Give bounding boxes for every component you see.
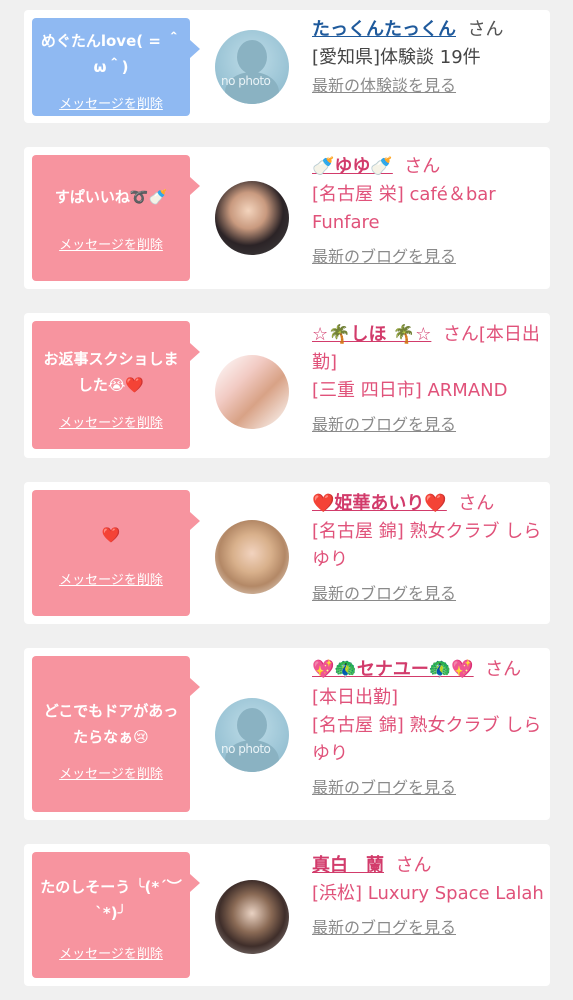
message-bubble: ❤️ メッセージを削除	[32, 490, 200, 616]
sender-detail: [浜松] Luxury Space Lalah	[312, 883, 544, 904]
sender-info: 真白 蘭 さん [浜松] Luxury Space Lalah 最新のブログを見…	[312, 852, 544, 942]
avatar-placeholder-label: no photo	[221, 742, 271, 756]
delete-message-link[interactable]: メッセージを削除	[32, 766, 190, 784]
sender-name-link[interactable]: 💖🦚セナユー🦚💖	[312, 659, 474, 680]
delete-message-link[interactable]: メッセージを削除	[32, 572, 190, 590]
delete-message-link[interactable]: メッセージを削除	[32, 96, 190, 114]
sender-detail: [名古屋 栄] café＆bar Funfare	[312, 184, 496, 233]
honorific: さん	[467, 19, 504, 40]
message-card: お返事スクショしました😭❤️ メッセージを削除 ☆🌴しほ 🌴☆ さん[本日出勤]…	[24, 313, 550, 458]
message-text: めぐたんlove( = ＾ω＾)	[40, 32, 182, 76]
latest-blog-link[interactable]: 最新のブログを見る	[312, 918, 456, 937]
message-card: すぱいいね➰🍼 メッセージを削除 🍼ゆゆ🍼 さん [名古屋 栄] café＆ba…	[24, 147, 550, 289]
sender-name-link[interactable]: 🍼ゆゆ🍼	[312, 156, 393, 177]
honorific: さん	[395, 855, 432, 876]
delete-message-link[interactable]: メッセージを削除	[32, 946, 190, 964]
message-card: ❤️ メッセージを削除 ❤️姫華あいり❤️ さん [名古屋 錦] 熟女クラブ し…	[24, 482, 550, 624]
sender-info: 🍼ゆゆ🍼 さん [名古屋 栄] café＆bar Funfare 最新のブログを…	[312, 153, 544, 271]
message-text: お返事スクショしました😭❤️	[43, 350, 179, 394]
message-text: たのしそーう ╰(*´︶`*)╯	[40, 878, 182, 922]
sender-info: ☆🌴しほ 🌴☆ さん[本日出勤] [三重 四日市] ARMAND 最新のブログを…	[312, 321, 544, 439]
message-text: ❤️	[101, 526, 121, 544]
message-card: たのしそーう ╰(*´︶`*)╯ メッセージを削除 真白 蘭 さん [浜松] L…	[24, 844, 550, 986]
delete-message-link[interactable]: メッセージを削除	[32, 237, 190, 255]
sender-name-link[interactable]: ☆🌴しほ 🌴☆	[312, 324, 431, 345]
avatar[interactable]: no photo	[215, 698, 289, 772]
latest-blog-link[interactable]: 最新のブログを見る	[312, 584, 456, 603]
avatar[interactable]	[215, 880, 289, 954]
message-bubble: すぱいいね➰🍼 メッセージを削除	[32, 155, 200, 281]
message-card: どこでもドアがあったらなぁ😢 メッセージを削除 no photo 💖🦚セナユー🦚…	[24, 648, 550, 820]
latest-reviews-link[interactable]: 最新の体験談を見る	[312, 76, 456, 95]
message-text: すぱいいね➰🍼	[54, 188, 168, 206]
sender-detail: [愛知県]体験談 19件	[312, 47, 481, 68]
message-bubble: どこでもドアがあったらなぁ😢 メッセージを削除	[32, 656, 200, 812]
honorific: さん	[485, 659, 522, 680]
delete-message-link[interactable]: メッセージを削除	[32, 415, 190, 433]
message-bubble: お返事スクショしました😭❤️ メッセージを削除	[32, 321, 200, 449]
sender-info: 💖🦚セナユー🦚💖 さん [本日出勤] [名古屋 錦] 熟女クラブ しらゆり 最新…	[312, 656, 544, 802]
message-text: どこでもドアがあったらなぁ😢	[43, 702, 179, 746]
message-bubble: たのしそーう ╰(*´︶`*)╯ メッセージを削除	[32, 852, 200, 978]
message-bubble: めぐたんlove( = ＾ω＾) メッセージを削除	[32, 18, 200, 116]
honorific: さん	[458, 493, 495, 514]
avatar[interactable]	[215, 355, 289, 429]
sender-info: ❤️姫華あいり❤️ さん [名古屋 錦] 熟女クラブ しらゆり 最新のブログを見…	[312, 490, 544, 608]
latest-blog-link[interactable]: 最新のブログを見る	[312, 415, 456, 434]
avatar[interactable]	[215, 181, 289, 255]
avatar-placeholder-label: no photo	[221, 74, 271, 88]
sender-name-link[interactable]: たっくんたっくん	[312, 19, 456, 40]
sender-detail: [名古屋 錦] 熟女クラブ しらゆり	[312, 521, 542, 570]
sender-info: たっくんたっくん さん [愛知県]体験談 19件 最新の体験談を見る	[312, 16, 544, 100]
sender-detail: [三重 四日市] ARMAND	[312, 380, 508, 401]
sender-detail: [名古屋 錦] 熟女クラブ しらゆり	[312, 715, 542, 764]
sender-status: [本日出勤]	[312, 687, 399, 708]
honorific: さん	[404, 156, 441, 177]
latest-blog-link[interactable]: 最新のブログを見る	[312, 247, 456, 266]
message-list: めぐたんlove( = ＾ω＾) メッセージを削除 no photo たっくんた…	[0, 0, 573, 1000]
latest-blog-link[interactable]: 最新のブログを見る	[312, 778, 456, 797]
avatar[interactable]: no photo	[215, 30, 289, 104]
sender-name-link[interactable]: ❤️姫華あいり❤️	[312, 493, 447, 514]
sender-name-link[interactable]: 真白 蘭	[312, 855, 384, 876]
message-card: めぐたんlove( = ＾ω＾) メッセージを削除 no photo たっくんた…	[24, 10, 550, 123]
avatar[interactable]	[215, 520, 289, 594]
